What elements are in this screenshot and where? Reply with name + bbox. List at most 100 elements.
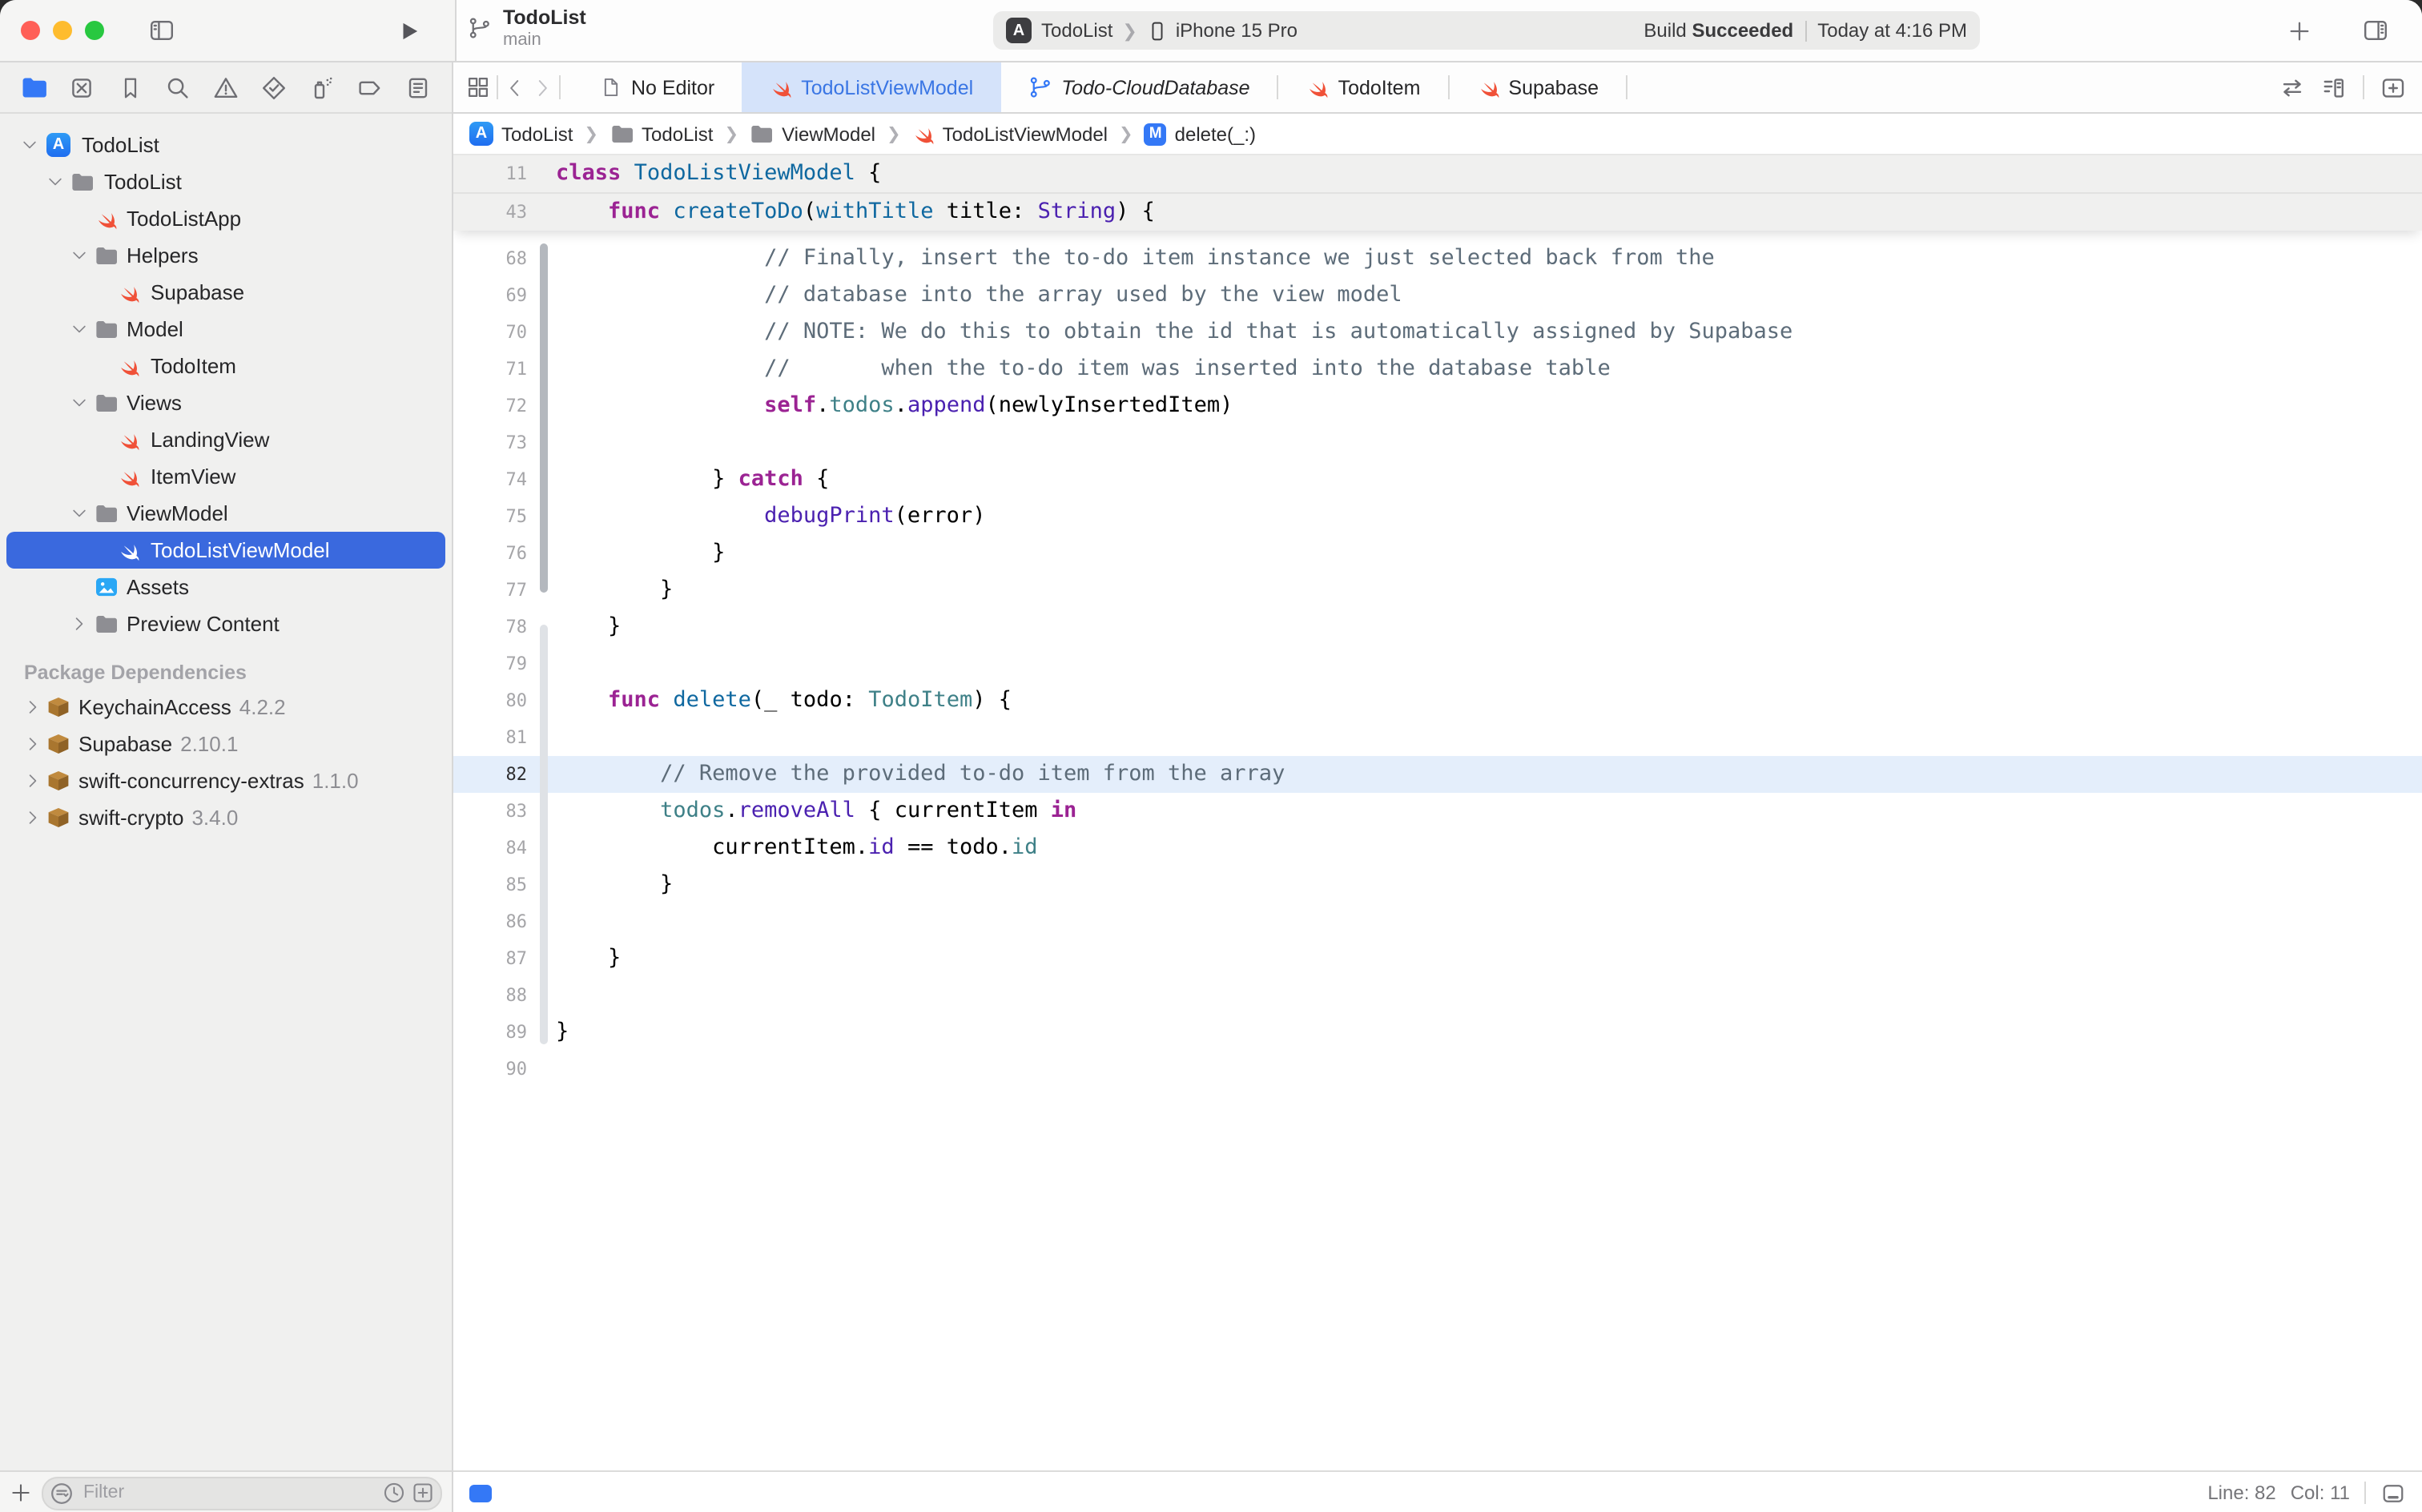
chevron-down-icon[interactable] — [70, 495, 88, 532]
code-line-69[interactable]: 69 // database into the array used by th… — [453, 277, 2422, 314]
filter-input[interactable] — [80, 1482, 376, 1504]
code-line-81[interactable]: 81 — [453, 719, 2422, 756]
chevron-right-icon[interactable] — [24, 762, 42, 799]
package-item-supabase[interactable]: Supabase2.10.1 — [0, 726, 452, 762]
code-line-72[interactable]: 72 self.todos.append(newlyInsertedItem) — [453, 388, 2422, 424]
sidebar-toggle-icon[interactable] — [144, 13, 179, 48]
source-editor[interactable]: 11class TodoListViewModel {43 func creat… — [453, 155, 2422, 1470]
package-item-swift-concurrency-extras[interactable]: swift-concurrency-extras1.1.0 — [0, 762, 452, 799]
chevron-down-icon[interactable] — [21, 127, 38, 163]
find-icon[interactable] — [160, 70, 195, 105]
code-line-75[interactable]: 75 debugPrint(error) — [453, 498, 2422, 535]
breadcrumb-item-todolistviewmodel[interactable]: TodoListViewModel — [912, 123, 1108, 145]
chevron-right-icon[interactable] — [24, 726, 42, 762]
code-line-80[interactable]: 80 func delete(_ todo: TodoItem) { — [453, 682, 2422, 719]
code-line-89[interactable]: 89} — [453, 1014, 2422, 1051]
code-line-71[interactable]: 71 // when the to-do item was inserted i… — [453, 351, 2422, 388]
close-button[interactable] — [21, 21, 40, 40]
package-item-keychainaccess[interactable]: KeychainAccess4.2.2 — [0, 689, 452, 726]
code-lines[interactable]: 68 // Finally, insert the to-do item ins… — [453, 231, 2422, 1088]
code-line-73[interactable]: 73 — [453, 424, 2422, 461]
tests-icon[interactable] — [256, 70, 292, 105]
code-line-74[interactable]: 74 } catch { — [453, 461, 2422, 498]
tree-item-viewmodel[interactable]: ViewModel — [0, 495, 452, 532]
library-plus-icon[interactable] — [2281, 13, 2316, 48]
code-line-77[interactable]: 77 } — [453, 572, 2422, 609]
minimap-options-icon[interactable] — [2321, 74, 2347, 100]
col-indicator[interactable]: Col: 11 — [2291, 1482, 2350, 1504]
recents-clock-icon[interactable] — [383, 1482, 405, 1504]
code-line-87[interactable]: 87 } — [453, 940, 2422, 977]
code-line-86[interactable]: 86 — [453, 903, 2422, 940]
chevron-down-icon[interactable] — [46, 163, 64, 200]
tree-item-views[interactable]: Views — [0, 384, 452, 421]
code-line-83[interactable]: 83 todos.removeAll { currentItem in — [453, 793, 2422, 830]
code-line-78[interactable]: 78 } — [453, 609, 2422, 645]
code-line-88[interactable]: 88 — [453, 977, 2422, 1014]
tab-no-editor[interactable]: No Editor — [573, 62, 742, 112]
chevron-down-icon[interactable] — [70, 237, 88, 274]
breadcrumb-item-todolist[interactable]: ATodoList — [469, 122, 573, 146]
code-line-70[interactable]: 70 // NOTE: We do this to obtain the id … — [453, 314, 2422, 351]
bottombar-toggle-icon[interactable] — [2380, 1481, 2406, 1505]
code-line-79[interactable]: 79 — [453, 645, 2422, 682]
add-editor-icon[interactable] — [2380, 74, 2406, 100]
project-navigator-icon[interactable] — [16, 70, 51, 105]
tab-supabase[interactable]: Supabase — [1449, 62, 1626, 112]
tab-todo-clouddatabase[interactable]: Todo-CloudDatabase — [1000, 62, 1277, 112]
package-item-swift-crypto[interactable]: swift-crypto3.4.0 — [0, 799, 452, 836]
code-line-76[interactable]: 76 } — [453, 535, 2422, 572]
tree-item-model[interactable]: Model — [0, 311, 452, 348]
code-line-84[interactable]: 84 currentItem.id == todo.id — [453, 830, 2422, 867]
scheme-project[interactable]: TodoList — [1041, 19, 1112, 42]
breadcrumb-item-todolist[interactable]: TodoList — [610, 123, 713, 145]
debug-icon[interactable] — [304, 70, 340, 105]
source-control-icon[interactable] — [64, 70, 99, 105]
chevron-right-icon[interactable] — [70, 605, 88, 642]
tree-item-supabase[interactable]: Supabase — [0, 274, 452, 311]
add-icon[interactable] — [10, 1482, 32, 1504]
breadcrumb-item-viewmodel[interactable]: ViewModel — [750, 123, 875, 145]
code-line-11[interactable]: 11class TodoListViewModel { — [453, 155, 2422, 192]
tree-item-assets[interactable]: Assets — [0, 569, 452, 605]
chevron-right-icon[interactable] — [24, 689, 42, 726]
chevron-right-icon[interactable] — [24, 799, 42, 836]
tree-item-todolistviewmodel[interactable]: TodoListViewModel — [6, 532, 445, 569]
code-line-82[interactable]: 82 // Remove the provided to-do item fro… — [453, 756, 2422, 793]
tree-item-helpers[interactable]: Helpers — [0, 237, 452, 274]
bookmarks-icon[interactable] — [112, 70, 147, 105]
code-line-85[interactable]: 85 } — [453, 867, 2422, 903]
forward-chevron-icon[interactable] — [532, 76, 553, 99]
filter-field[interactable] — [42, 1476, 442, 1510]
editor-grid-icon[interactable] — [466, 75, 490, 99]
inspector-toggle-icon[interactable] — [2358, 13, 2393, 48]
tree-item-todolist[interactable]: TodoList — [0, 163, 452, 200]
issues-icon[interactable] — [208, 70, 243, 105]
tree-item-preview-content[interactable]: Preview Content — [0, 605, 452, 642]
code-line-43[interactable]: 43 func createToDo(withTitle title: Stri… — [453, 192, 2422, 231]
activity-view[interactable]: A TodoList ❯ iPhone 15 Pro Build Succeed… — [993, 11, 1980, 50]
tab-todolistviewmodel[interactable]: TodoListViewModel — [742, 62, 1000, 112]
tree-item-landingview[interactable]: LandingView — [0, 421, 452, 458]
breakpoints-icon[interactable] — [352, 70, 388, 105]
swap-editors-icon[interactable] — [2279, 74, 2305, 100]
run-destination[interactable]: iPhone 15 Pro — [1176, 19, 1298, 42]
filter-menu-icon[interactable] — [50, 1481, 74, 1505]
back-chevron-icon[interactable] — [505, 76, 525, 99]
jump-bar[interactable]: ATodoList❯TodoList❯ViewModel❯TodoListVie… — [453, 114, 2422, 155]
tree-item-todolistapp[interactable]: TodoListApp — [0, 200, 452, 237]
flag-box-icon[interactable] — [412, 1482, 434, 1504]
chevron-down-icon[interactable] — [70, 311, 88, 348]
zoom-button[interactable] — [85, 21, 104, 40]
line-indicator[interactable]: Line: 82 — [2207, 1482, 2275, 1504]
run-button[interactable] — [391, 13, 426, 48]
minimize-button[interactable] — [53, 21, 72, 40]
tab-todoitem[interactable]: TodoItem — [1279, 62, 1448, 112]
chevron-down-icon[interactable] — [70, 384, 88, 421]
tree-item-todoitem[interactable]: TodoItem — [0, 348, 452, 384]
tree-item-todolist[interactable]: ATodoList — [0, 127, 452, 163]
tree-item-itemview[interactable]: ItemView — [0, 458, 452, 495]
code-line-90[interactable]: 90 — [453, 1051, 2422, 1088]
reports-icon[interactable] — [400, 70, 436, 105]
code-line-68[interactable]: 68 // Finally, insert the to-do item ins… — [453, 240, 2422, 277]
